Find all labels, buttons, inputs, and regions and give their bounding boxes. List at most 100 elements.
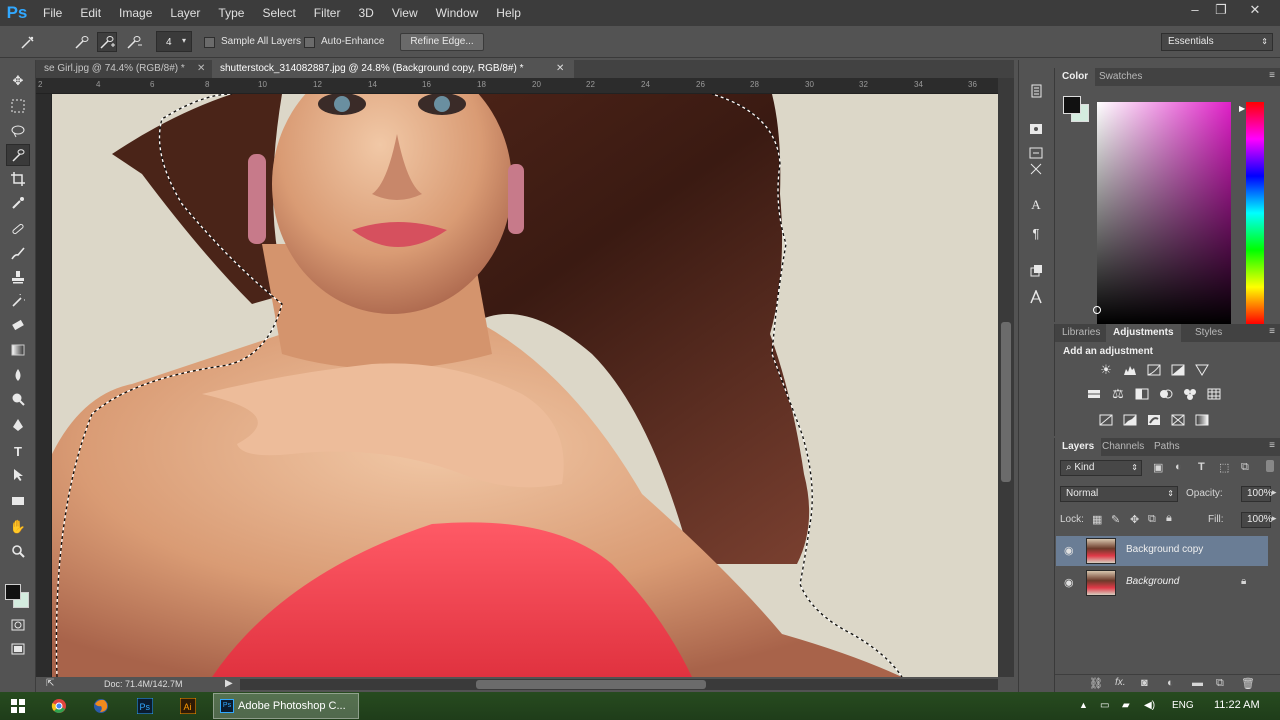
- windows-start-icon[interactable]: [7, 696, 29, 716]
- lock-artboard-icon[interactable]: ⧉: [1148, 513, 1156, 526]
- color-balance-icon[interactable]: ⚖: [1109, 386, 1127, 402]
- menu-file[interactable]: File: [34, 0, 71, 26]
- color-spectrum-field[interactable]: [1093, 102, 1231, 324]
- brush-size-picker[interactable]: 4 ▾: [156, 31, 192, 52]
- menu-select[interactable]: Select: [253, 0, 304, 26]
- gradient-tool-icon[interactable]: [6, 339, 30, 361]
- posterize-icon[interactable]: [1121, 412, 1139, 428]
- visibility-eye-icon[interactable]: ◉: [1064, 576, 1074, 589]
- levels-icon[interactable]: [1121, 362, 1139, 378]
- layer-name[interactable]: Background copy: [1126, 544, 1203, 555]
- panel-menu-icon[interactable]: ≡: [1269, 326, 1275, 337]
- panel-menu-icon[interactable]: ≡: [1269, 70, 1275, 81]
- history-panel-icon[interactable]: [1026, 82, 1046, 100]
- fill-input[interactable]: 100%: [1241, 512, 1273, 528]
- refine-edge-button[interactable]: Refine Edge...: [400, 33, 484, 51]
- horizontal-scroll-thumb[interactable]: [476, 680, 706, 689]
- lock-pixels-icon[interactable]: ✎: [1111, 513, 1120, 526]
- tab-channels[interactable]: Channels: [1095, 438, 1151, 456]
- new-adjustment-layer-icon[interactable]: ◐: [1167, 677, 1174, 689]
- volume-icon[interactable]: ◀): [1144, 700, 1155, 711]
- workspace-select[interactable]: Essentials ⇕: [1161, 33, 1273, 51]
- threshold-icon[interactable]: [1145, 412, 1163, 428]
- color-lookup-icon[interactable]: [1205, 386, 1223, 402]
- filter-type-icon[interactable]: T: [1198, 461, 1205, 473]
- move-tool-icon[interactable]: ✥: [6, 70, 30, 92]
- photo-filter-icon[interactable]: [1157, 386, 1175, 402]
- foreground-color-chip[interactable]: [1063, 96, 1081, 114]
- language-indicator[interactable]: ENG: [1172, 700, 1194, 711]
- zoom-tool-icon[interactable]: [6, 540, 30, 562]
- hue-slider[interactable]: [1246, 102, 1264, 324]
- character-panel-icon[interactable]: A: [1026, 196, 1046, 214]
- selective-color-icon[interactable]: [1169, 412, 1187, 428]
- opacity-slider-arrow-icon[interactable]: ▸: [1272, 487, 1277, 498]
- menu-view[interactable]: View: [383, 0, 427, 26]
- link-layers-icon[interactable]: ⛓: [1089, 677, 1103, 690]
- photoshop-taskbar-icon[interactable]: Ps: [134, 696, 156, 716]
- lock-all-icon[interactable]: 🔒︎: [1166, 512, 1172, 525]
- paragraph-panel-icon[interactable]: ¶: [1026, 224, 1046, 242]
- blend-mode-select[interactable]: Normal ⇕: [1060, 486, 1178, 502]
- foreground-color-swatch[interactable]: [5, 584, 21, 600]
- filter-smart-object-icon[interactable]: ⧉: [1241, 461, 1249, 474]
- add-to-selection-icon[interactable]: [97, 32, 117, 52]
- tab-paths[interactable]: Paths: [1147, 438, 1187, 456]
- filter-adjustment-icon[interactable]: ◐: [1175, 461, 1182, 473]
- restore-button[interactable]: ❐: [1206, 0, 1236, 20]
- menu-help[interactable]: Help: [487, 0, 530, 26]
- gradient-map-icon[interactable]: [1193, 412, 1211, 428]
- path-selection-tool-icon[interactable]: [6, 464, 30, 486]
- lock-transparent-icon[interactable]: ▦: [1092, 513, 1102, 526]
- tab-adjustments[interactable]: Adjustments: [1106, 324, 1181, 342]
- invert-icon[interactable]: [1097, 412, 1115, 428]
- clock-time[interactable]: 11:22 AM: [1214, 699, 1260, 711]
- battery-icon[interactable]: ▰: [1122, 700, 1130, 711]
- horizontal-scrollbar[interactable]: [240, 679, 998, 690]
- exposure-icon[interactable]: [1169, 362, 1187, 378]
- tab-styles[interactable]: Styles: [1188, 324, 1229, 342]
- auto-enhance-checkbox[interactable]: [304, 37, 315, 48]
- tab-swatches[interactable]: Swatches: [1092, 68, 1149, 86]
- new-group-icon[interactable]: ▬: [1192, 677, 1203, 689]
- eyedropper-tool-icon[interactable]: [6, 192, 30, 214]
- rectangle-tool-icon[interactable]: [6, 490, 30, 512]
- menu-edit[interactable]: Edit: [71, 0, 110, 26]
- brush-tool-icon[interactable]: [6, 242, 30, 264]
- chrome-icon[interactable]: [48, 696, 70, 716]
- menu-3d[interactable]: 3D: [349, 0, 382, 26]
- panel-menu-icon[interactable]: ≡: [1269, 440, 1275, 451]
- layer-row-background-copy[interactable]: ◉ Background copy: [1056, 536, 1268, 566]
- filter-shape-icon[interactable]: ⬚: [1219, 461, 1229, 474]
- firefox-icon[interactable]: [90, 696, 112, 716]
- visibility-eye-icon[interactable]: ◉: [1064, 544, 1074, 557]
- marquee-tool-icon[interactable]: [6, 95, 30, 117]
- fill-slider-arrow-icon[interactable]: ▸: [1272, 513, 1277, 524]
- taskbar-photoshop-window[interactable]: Ps Adobe Photoshop C...: [213, 693, 359, 719]
- hue-saturation-icon[interactable]: [1085, 386, 1103, 402]
- tab-document-1[interactable]: se Girl.jpg @ 74.4% (RGB/8#) *: [36, 60, 201, 78]
- properties-panel-icon[interactable]: [1026, 120, 1046, 138]
- quick-mask-icon[interactable]: [6, 614, 30, 636]
- vertical-scrollbar[interactable]: [998, 78, 1014, 677]
- layer-row-background[interactable]: ◉ Background 🔒︎: [1056, 568, 1268, 598]
- new-selection-icon[interactable]: [72, 32, 92, 52]
- subtract-from-selection-icon[interactable]: [124, 32, 144, 52]
- blur-tool-icon[interactable]: [6, 364, 30, 386]
- black-white-icon[interactable]: [1133, 386, 1151, 402]
- add-mask-icon[interactable]: ◙: [1141, 677, 1148, 689]
- menu-layer[interactable]: Layer: [161, 0, 209, 26]
- hue-slider-handle[interactable]: ▶: [1239, 104, 1245, 113]
- history-brush-tool-icon[interactable]: [6, 290, 30, 312]
- brightness-contrast-icon[interactable]: ☀: [1097, 362, 1115, 378]
- export-icon[interactable]: ⇱: [46, 678, 54, 689]
- healing-brush-tool-icon[interactable]: [6, 218, 30, 240]
- menu-window[interactable]: Window: [427, 0, 488, 26]
- paragraph-styles-panel-icon[interactable]: [1026, 288, 1046, 306]
- type-tool-icon[interactable]: T: [6, 440, 30, 462]
- vertical-scroll-thumb[interactable]: [1001, 322, 1011, 482]
- character-styles-panel-icon[interactable]: [1026, 262, 1046, 280]
- screen-mode-icon[interactable]: [6, 638, 30, 660]
- pen-tool-icon[interactable]: [6, 414, 30, 436]
- show-hidden-icons-icon[interactable]: ▲: [1079, 700, 1088, 710]
